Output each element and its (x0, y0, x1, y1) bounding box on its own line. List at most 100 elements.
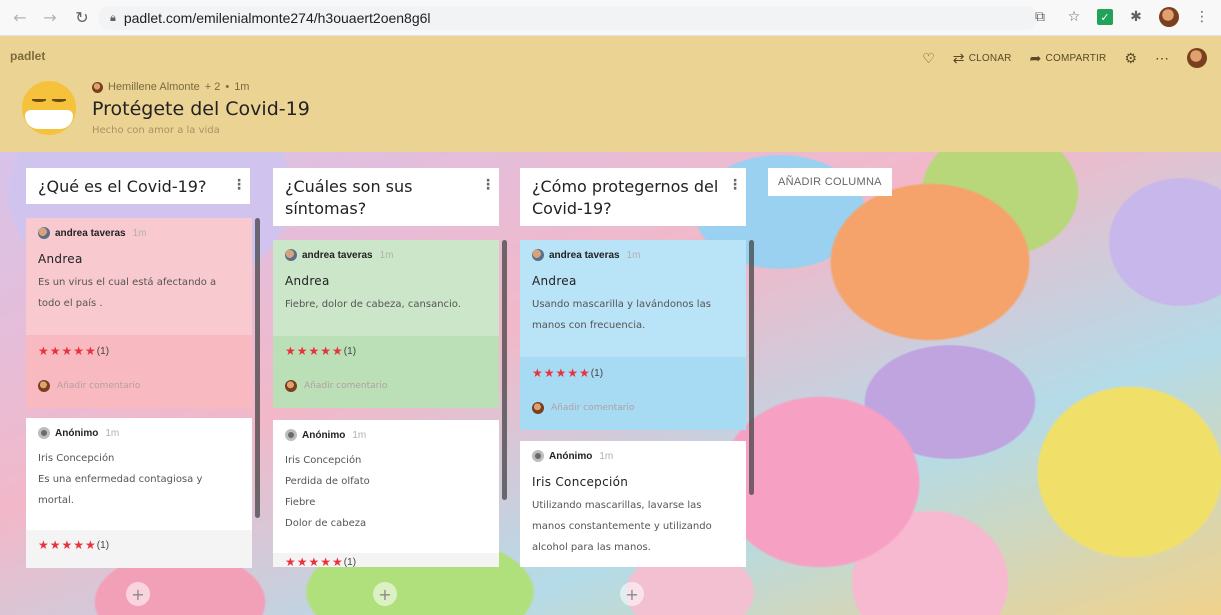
rating-stars[interactable]: ★★★★★ (532, 366, 591, 380)
column-header[interactable]: ¿Cómo protegernos del Covid-19? ⋮ (520, 168, 746, 226)
post-card[interactable]: Anónimo 1m Iris Concepción Perdida de ol… (273, 420, 499, 567)
forward-arrow-icon[interactable]: → (38, 6, 62, 30)
post-line: Iris Concepción (285, 455, 362, 466)
post-line: mortal. (38, 495, 74, 506)
share-button[interactable]: ➦ COMPARTIR (1030, 50, 1107, 67)
user-avatar[interactable] (1187, 48, 1207, 68)
anonymous-icon (38, 427, 50, 439)
clone-button[interactable]: ⇄ CLONAR (953, 50, 1012, 67)
post-author: andrea taveras 1m (38, 226, 242, 240)
back-arrow-icon[interactable]: ← (8, 6, 32, 30)
comment-input[interactable]: Añadir comentario (273, 380, 387, 392)
clone-label: CLONAR (968, 52, 1012, 64)
post-rating[interactable]: ★★★★★ (1) (26, 538, 109, 552)
post-author: Anónimo 1m (38, 426, 242, 440)
author-name: andrea taveras (549, 249, 620, 261)
column-scrollbar[interactable] (255, 218, 260, 518)
rating-stars[interactable]: ★★★★★ (38, 538, 97, 552)
comment-placeholder: Añadir comentario (304, 381, 388, 391)
mask-emoji-icon (22, 81, 76, 135)
padlet-logo[interactable]: padlet (10, 49, 45, 63)
rating-stars[interactable]: ★★★★★ (285, 555, 344, 567)
commenter-avatar (532, 402, 544, 414)
post-time: 1m (132, 227, 147, 239)
add-post-button[interactable]: + (373, 582, 397, 606)
post-body: Iris Concepción Perdida de olfato Fiebre… (285, 450, 489, 534)
post-line: Fiebre (285, 497, 316, 508)
comment-input[interactable]: Añadir comentario (26, 380, 140, 392)
padlet-meta: Hemillene Almonte + 2 • 1m (92, 81, 249, 93)
column-menu-icon[interactable]: ⋮ (232, 174, 246, 196)
reload-icon[interactable]: ↻ (70, 6, 94, 30)
clone-icon: ⇄ (952, 49, 965, 66)
post-body: Fiebre, dolor de cabeza, cansancio. (285, 299, 461, 310)
rating-stars[interactable]: ★★★★★ (38, 344, 97, 358)
author-avatar (92, 81, 103, 93)
post-body: Utilizando mascarillas, lavarse las mano… (532, 500, 712, 553)
comment-input[interactable]: Añadir comentario (520, 402, 634, 414)
anonymous-icon (532, 450, 544, 462)
extensions-puzzle-icon[interactable]: ✱ (1125, 6, 1147, 28)
padlet-subtitle: Hecho con amor a la vida (92, 125, 220, 136)
post-line: Dolor de cabeza (285, 518, 367, 529)
post-title: Andrea (285, 274, 330, 288)
install-icon[interactable]: ⧉ (1029, 6, 1051, 28)
post-card[interactable]: andrea taveras 1m Andrea Usando mascaril… (520, 240, 746, 430)
column-header[interactable]: ¿Cuáles son sus síntomas? ⋮ (273, 168, 499, 226)
column-title: ¿Cómo protegernos del Covid-19? (532, 177, 719, 218)
post-title: Andrea (38, 252, 83, 266)
post-line: Es una enfermedad contagiosa y (38, 474, 203, 485)
column-header[interactable]: ¿Qué es el Covid-19? ⋮ (26, 168, 250, 204)
anonymous-icon (285, 429, 297, 441)
post-title: Iris Concepción (532, 475, 629, 489)
column-scrollbar[interactable] (502, 240, 507, 500)
post-time: 1m (105, 427, 120, 439)
add-post-button[interactable]: + (126, 582, 150, 606)
post-card[interactable]: Anónimo 1m Iris Concepción Es una enferm… (26, 418, 252, 568)
bookmark-star-icon[interactable]: ☆ (1063, 6, 1085, 28)
column-menu-icon[interactable]: ⋮ (481, 174, 495, 196)
padlet-author: Hemillene Almonte (108, 81, 200, 93)
author-avatar (38, 227, 50, 239)
post-rating[interactable]: ★★★★★ (1) (273, 344, 356, 358)
heart-icon[interactable]: ♡ (922, 50, 935, 67)
comment-placeholder: Añadir comentario (57, 381, 141, 391)
padlet-time: 1m (234, 81, 250, 93)
post-body: Iris Concepción Es una enfermedad contag… (38, 448, 242, 511)
meta-separator: • (225, 81, 230, 93)
author-avatar (285, 249, 297, 261)
share-icon: ➦ (1029, 49, 1042, 66)
post-line: Perdida de olfato (285, 476, 370, 487)
add-column-button[interactable]: AÑADIR COLUMNA (768, 168, 892, 196)
post-card[interactable]: andrea taveras 1m Andrea Es un virus el … (26, 218, 252, 408)
rating-count: (1) (590, 367, 604, 379)
post-rating[interactable]: ★★★★★ (1) (273, 555, 356, 567)
post-time: 1m (626, 249, 641, 261)
profile-avatar[interactable] (1159, 7, 1179, 27)
column-title: ¿Cuáles son sus síntomas? (285, 177, 413, 218)
post-time: 1m (379, 249, 394, 261)
address-bar[interactable]: 🔒︎ padlet.com/emilenialmonte274/h3ouaert… (98, 6, 1038, 30)
share-label: COMPARTIR (1045, 52, 1107, 64)
rating-stars[interactable]: ★★★★★ (285, 344, 344, 358)
column-scrollbar[interactable] (749, 240, 754, 495)
extension-check-icon[interactable]: ✓ (1097, 9, 1113, 25)
post-rating[interactable]: ★★★★★ (1) (520, 366, 603, 380)
collaborator-count: + 2 (204, 81, 221, 93)
url-text: padlet.com/emilenialmonte274/h3ouaert2oe… (123, 10, 431, 26)
post-author: Anónimo 1m (285, 428, 489, 442)
author-avatar (532, 249, 544, 261)
add-post-button[interactable]: + (620, 582, 644, 606)
author-name: Anónimo (55, 427, 99, 439)
rating-count: (1) (343, 556, 357, 568)
post-card[interactable]: andrea taveras 1m Andrea Fiebre, dolor d… (273, 240, 499, 408)
more-icon[interactable]: ⋯ (1155, 50, 1169, 67)
commenter-avatar (38, 380, 50, 392)
settings-gear-icon[interactable]: ⚙ (1124, 50, 1137, 67)
post-card[interactable]: Anónimo 1m Iris Concepción Utilizando ma… (520, 441, 746, 567)
rating-count: (1) (343, 345, 357, 357)
column-menu-icon[interactable]: ⋮ (728, 174, 742, 196)
post-author: Anónimo 1m (532, 449, 736, 463)
chrome-menu-icon[interactable]: ⋮ (1191, 6, 1213, 28)
post-rating[interactable]: ★★★★★ (1) (26, 344, 109, 358)
